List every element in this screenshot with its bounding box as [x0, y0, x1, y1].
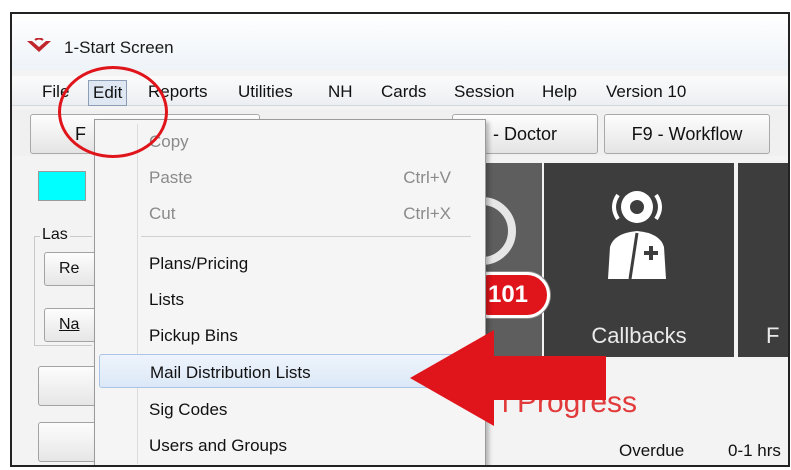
menu-session[interactable]: Session: [450, 80, 518, 104]
toolbar-button-workflow[interactable]: F9 - Workflow: [604, 114, 770, 154]
menu-nh[interactable]: NH: [324, 80, 357, 104]
menu-separator: [141, 236, 471, 237]
menu-item-lists[interactable]: Lists: [99, 282, 481, 316]
menu-item-label: Sig Codes: [149, 400, 228, 419]
tile-f-label: F: [766, 323, 780, 348]
tile-f[interactable]: F: [738, 163, 788, 357]
status-color-indicator: [38, 171, 86, 201]
annotation-circle: [58, 66, 168, 158]
menu-help[interactable]: Help: [538, 80, 581, 104]
menu-item-label: Plans/Pricing: [149, 254, 249, 273]
menu-cards[interactable]: Cards: [377, 80, 430, 104]
left-action-button[interactable]: [38, 366, 98, 406]
application-window: 1-Start Screen File Edit Reports Utiliti…: [10, 12, 790, 467]
menu-item-label: Pickup Bins: [149, 326, 238, 345]
menu-item-label: Paste: [149, 168, 193, 187]
last-group-label: Las: [40, 226, 70, 244]
tile-callbacks[interactable]: Callbacks: [544, 163, 734, 357]
menu-item-label: Mail Distribution Lists: [150, 363, 311, 382]
left-action-button-2[interactable]: [38, 422, 98, 462]
menu-version[interactable]: Version 10: [602, 80, 690, 104]
menu-item-paste[interactable]: Paste Ctrl+V: [99, 160, 481, 194]
title-bar: 1-Start Screen: [12, 14, 788, 70]
menu-utilities[interactable]: Utilities: [234, 80, 297, 104]
annotation-arrow-icon: [410, 330, 606, 426]
menu-item-users-and-groups[interactable]: Users and Groups: [99, 428, 481, 462]
menu-item-label: Cut: [149, 204, 176, 223]
menu-item-label: Lists: [149, 290, 184, 309]
doctor-icon: [608, 191, 666, 279]
menu-item-label: Users and Groups: [149, 436, 287, 455]
app-logo-icon: [27, 38, 51, 52]
menu-item-shortcut: Ctrl+V: [403, 168, 451, 187]
menu-item-plans-pricing[interactable]: Plans/Pricing: [99, 246, 481, 280]
menu-item-shortcut: Ctrl+X: [403, 204, 451, 223]
time-range-label: 0-1 hrs: [728, 441, 781, 460]
window-title: 1-Start Screen: [64, 38, 174, 57]
menu-item-cut[interactable]: Cut Ctrl+X: [99, 196, 481, 230]
overdue-label: Overdue: [619, 441, 685, 460]
